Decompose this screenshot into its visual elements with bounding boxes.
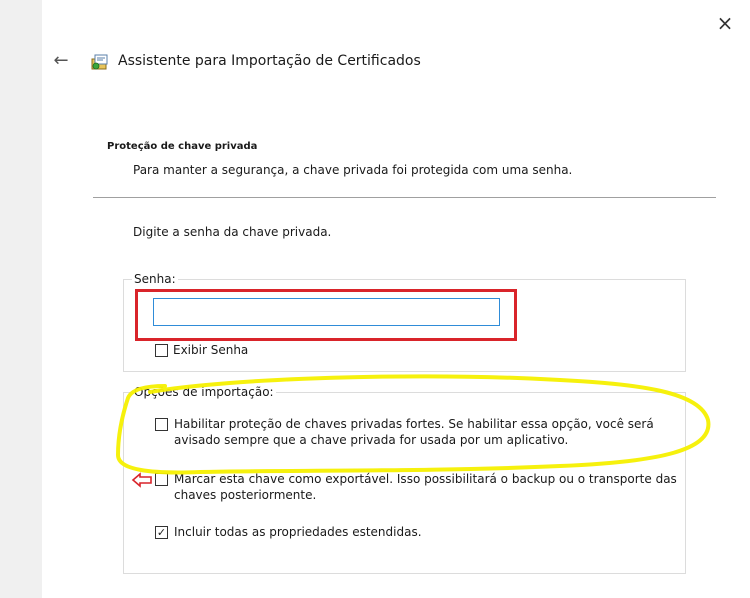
mark-exportable-checkbox[interactable] bbox=[155, 473, 168, 486]
mark-exportable-label: Marcar esta chave como exportável. Isso … bbox=[174, 472, 677, 502]
password-group-label: Senha: bbox=[132, 272, 178, 286]
header-divider bbox=[93, 197, 716, 198]
wizard-title: Assistente para Importação de Certificad… bbox=[118, 53, 421, 69]
strong-protection-label: Habilitar proteção de chaves privadas fo… bbox=[174, 417, 654, 447]
back-button[interactable]: ← bbox=[50, 50, 72, 72]
strong-protection-checkbox[interactable] bbox=[155, 418, 168, 431]
import-options-label: Opções de importação: bbox=[132, 385, 276, 399]
show-password-label: Exibir Senha bbox=[173, 343, 249, 357]
section-heading: Proteção de chave privada bbox=[107, 141, 258, 152]
include-extended-properties-checkbox[interactable]: ✓ bbox=[155, 526, 168, 539]
close-button[interactable]: × bbox=[712, 10, 738, 36]
password-prompt: Digite a senha da chave privada. bbox=[133, 225, 332, 239]
show-password-checkbox[interactable] bbox=[155, 344, 168, 357]
include-extended-properties-label: Incluir todas as propriedades estendidas… bbox=[174, 525, 422, 539]
section-subtitle: Para manter a segurança, a chave privada… bbox=[133, 163, 573, 177]
password-input[interactable] bbox=[153, 298, 500, 326]
pointer-arrow-icon bbox=[131, 472, 152, 488]
certificate-wizard-icon bbox=[91, 54, 108, 70]
